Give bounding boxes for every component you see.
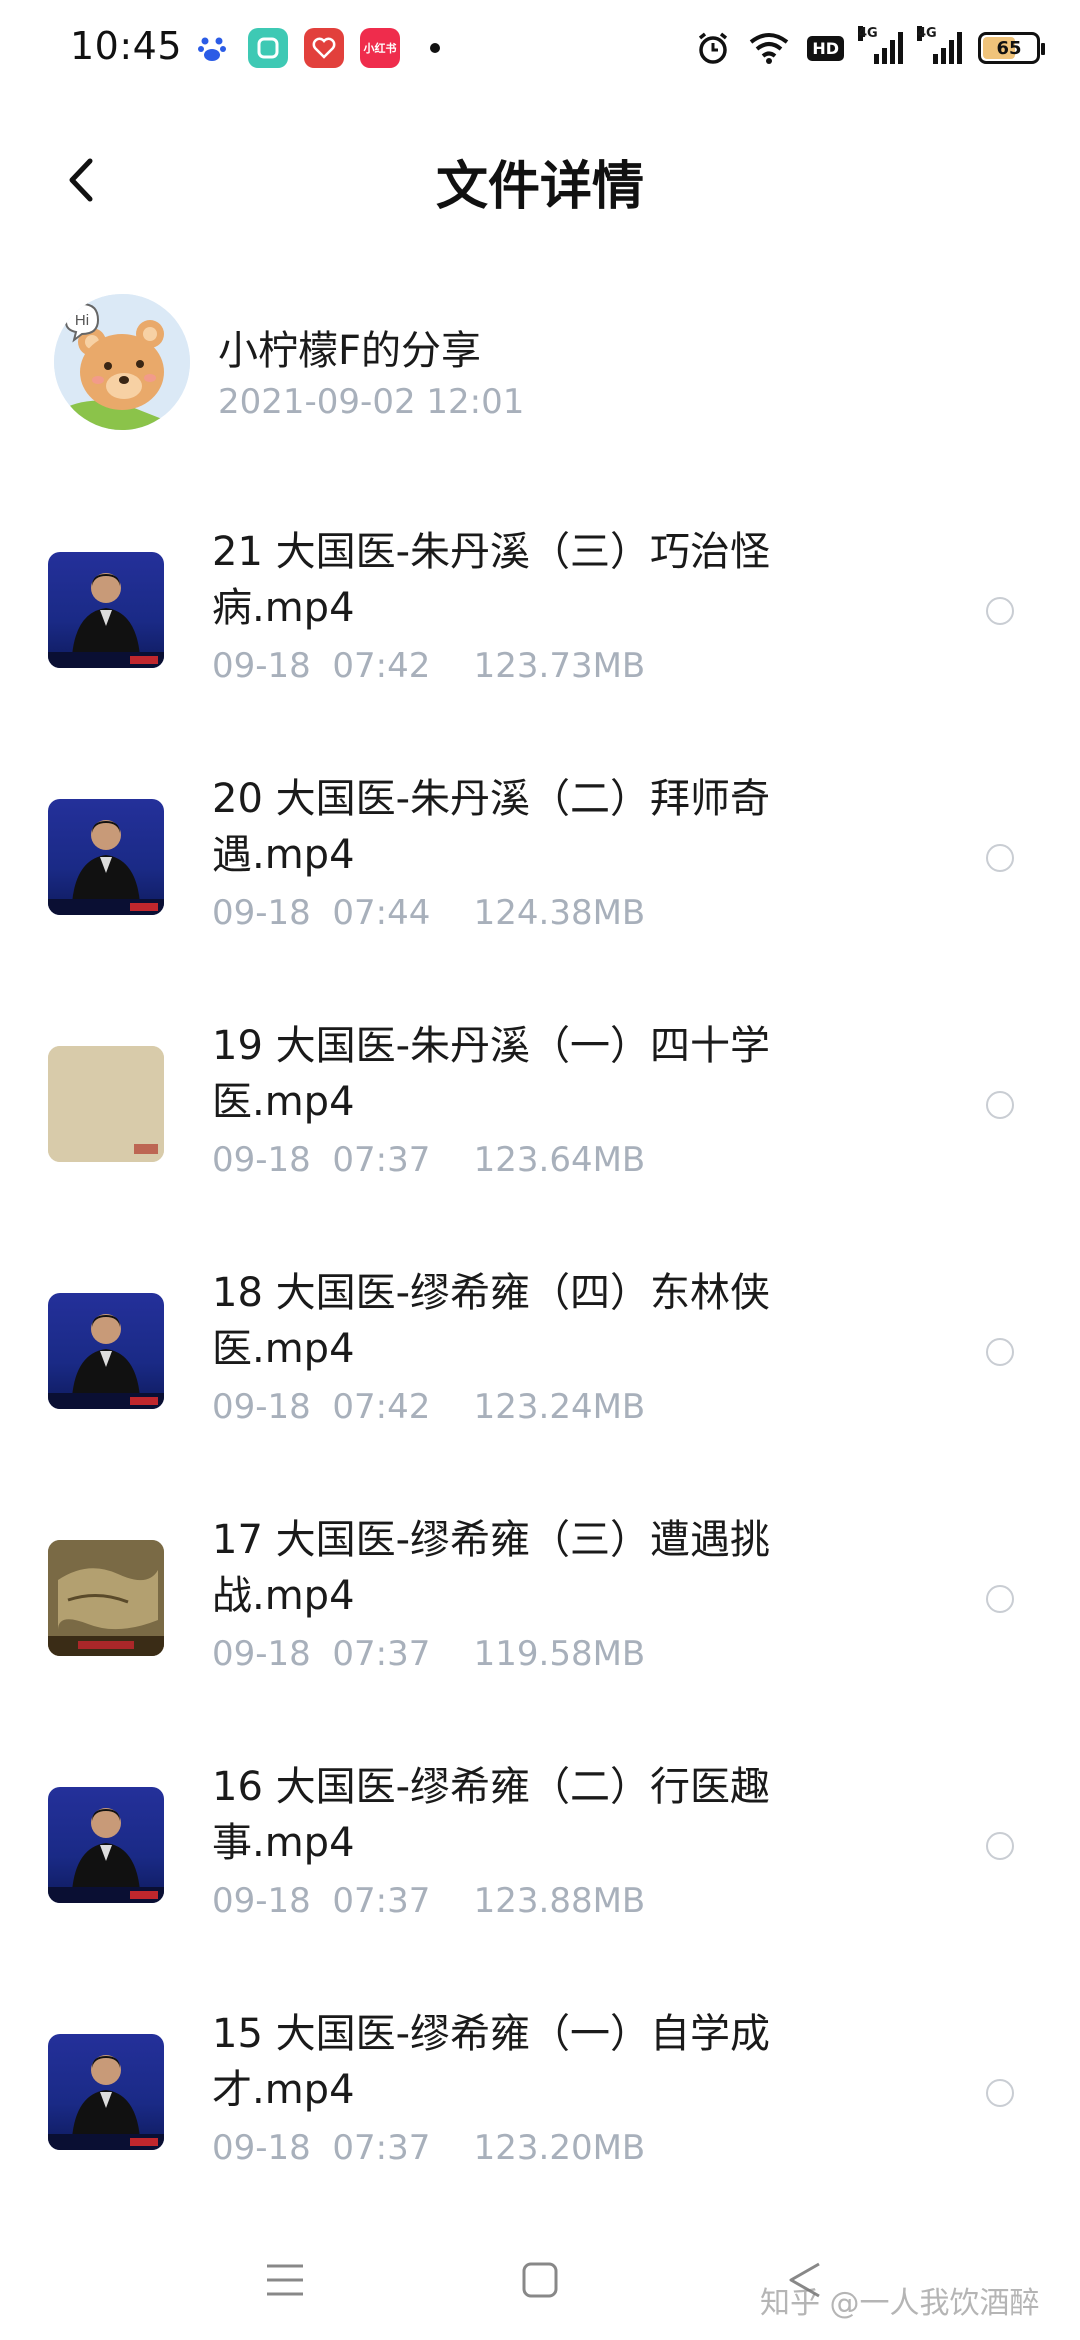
file-name: 15 大国医-缪希雍（一）自学成才.mp4 — [212, 2011, 771, 2113]
status-time: 10:45 — [70, 24, 183, 68]
file-item[interactable]: 21 大国医-朱丹溪（三）巧治怪病.mp4 09-18 07:42 123.73… — [0, 500, 1080, 747]
baidu-app-icon — [192, 28, 232, 68]
presenter-thumbnail-icon — [48, 1314, 164, 1409]
file-item[interactable]: 17 大国医-缪希雍（三）遭遇挑战.mp4 09-18 07:37 119.58… — [0, 1488, 1080, 1735]
system-status-icons: HD 4G 4G 65 — [695, 26, 1045, 70]
file-item[interactable]: 19 大国医-朱丹溪（一）四十学医.mp4 09-18 07:37 123.64… — [0, 994, 1080, 1241]
presenter-thumbnail-icon — [48, 820, 164, 915]
video-thumbnail — [48, 1293, 164, 1409]
home-button[interactable] — [505, 2250, 575, 2310]
video-thumbnail — [48, 1787, 164, 1903]
file-meta: 09-18 07:37 123.88MB — [212, 1881, 646, 1921]
select-radio[interactable] — [986, 1585, 1014, 1613]
battery-icon: 65 — [978, 32, 1045, 64]
map-thumbnail-icon — [48, 1540, 164, 1656]
sharer-name: 小柠檬F的分享 — [218, 328, 482, 374]
menu-button[interactable] — [250, 2250, 320, 2310]
video-thumbnail — [48, 1540, 164, 1656]
video-thumbnail — [48, 2034, 164, 2150]
sharer-info: Hi 小柠檬F的分享 2021-09-02 12:01 — [50, 290, 1030, 440]
select-radio[interactable] — [986, 2079, 1014, 2107]
scroll-thumbnail-icon — [48, 1046, 164, 1162]
presenter-thumbnail-icon — [48, 2055, 164, 2150]
file-meta: 09-18 07:37 123.64MB — [212, 1140, 646, 1180]
select-radio[interactable] — [986, 597, 1014, 625]
file-name: 16 大国医-缪希雍（二）行医趣事.mp4 — [212, 1764, 771, 1866]
select-radio[interactable] — [986, 844, 1014, 872]
share-time: 2021-09-02 12:01 — [218, 382, 525, 422]
file-name: 21 大国医-朱丹溪（三）巧治怪病.mp4 — [212, 529, 771, 631]
heart-app-icon — [304, 28, 344, 68]
avatar[interactable]: Hi — [54, 294, 190, 430]
home-square-icon — [522, 2262, 558, 2298]
notification-icons: 小红书 — [192, 28, 440, 68]
file-item[interactable]: 18 大国医-缪希雍（四）东林侠医.mp4 09-18 07:42 123.24… — [0, 1241, 1080, 1488]
green-app-icon — [248, 28, 288, 68]
file-name: 20 大国医-朱丹溪（二）拜师奇遇.mp4 — [212, 776, 771, 878]
signal-icon-1: 4G — [858, 26, 903, 64]
file-name: 19 大国医-朱丹溪（一）四十学医.mp4 — [212, 1023, 771, 1125]
select-radio[interactable] — [986, 1832, 1014, 1860]
bear-avatar-icon: Hi — [54, 294, 190, 430]
video-thumbnail — [48, 799, 164, 915]
file-meta: 09-18 07:44 124.38MB — [212, 893, 646, 933]
file-meta: 09-18 07:42 123.24MB — [212, 1387, 646, 1427]
file-name: 17 大国医-缪希雍（三）遭遇挑战.mp4 — [212, 1517, 771, 1619]
select-radio[interactable] — [986, 1091, 1014, 1119]
page-title: 文件详情 — [435, 157, 644, 217]
file-meta: 09-18 07:37 119.58MB — [212, 1634, 646, 1674]
file-meta: 09-18 07:37 123.20MB — [212, 2128, 646, 2168]
video-thumbnail — [48, 1046, 164, 1162]
hd-voice-badge: HD — [807, 35, 844, 61]
signal-icon-2: 4G — [917, 26, 962, 64]
file-name: 18 大国医-缪希雍（四）东林侠医.mp4 — [212, 1270, 771, 1372]
menu-icon — [267, 2264, 303, 2296]
file-item[interactable]: 20 大国医-朱丹溪（二）拜师奇遇.mp4 09-18 07:44 124.38… — [0, 747, 1080, 994]
file-list: 21 大国医-朱丹溪（三）巧治怪病.mp4 09-18 07:42 123.73… — [0, 500, 1080, 2229]
status-bar: 10:45 小红书 HD 4G 4G 65 — [0, 0, 1080, 100]
more-notifications-dot — [430, 43, 440, 53]
watermark: 知乎 @一人我饮酒醉 — [760, 2286, 1040, 2321]
presenter-thumbnail-icon — [48, 573, 164, 668]
alarm-icon — [699, 32, 728, 64]
svg-text:Hi: Hi — [75, 312, 89, 329]
header: 文件详情 — [0, 120, 1080, 240]
video-thumbnail — [48, 552, 164, 668]
xiaohongshu-app-icon: 小红书 — [360, 28, 400, 68]
wifi-icon — [750, 33, 789, 64]
file-item[interactable]: 15 大国医-缪希雍（一）自学成才.mp4 09-18 07:37 123.20… — [0, 1982, 1080, 2229]
battery-level: 65 — [996, 37, 1022, 59]
presenter-thumbnail-icon — [48, 1808, 164, 1903]
select-radio[interactable] — [986, 1338, 1014, 1366]
file-meta: 09-18 07:42 123.73MB — [212, 646, 646, 686]
file-item[interactable]: 16 大国医-缪希雍（二）行医趣事.mp4 09-18 07:37 123.88… — [0, 1735, 1080, 1982]
